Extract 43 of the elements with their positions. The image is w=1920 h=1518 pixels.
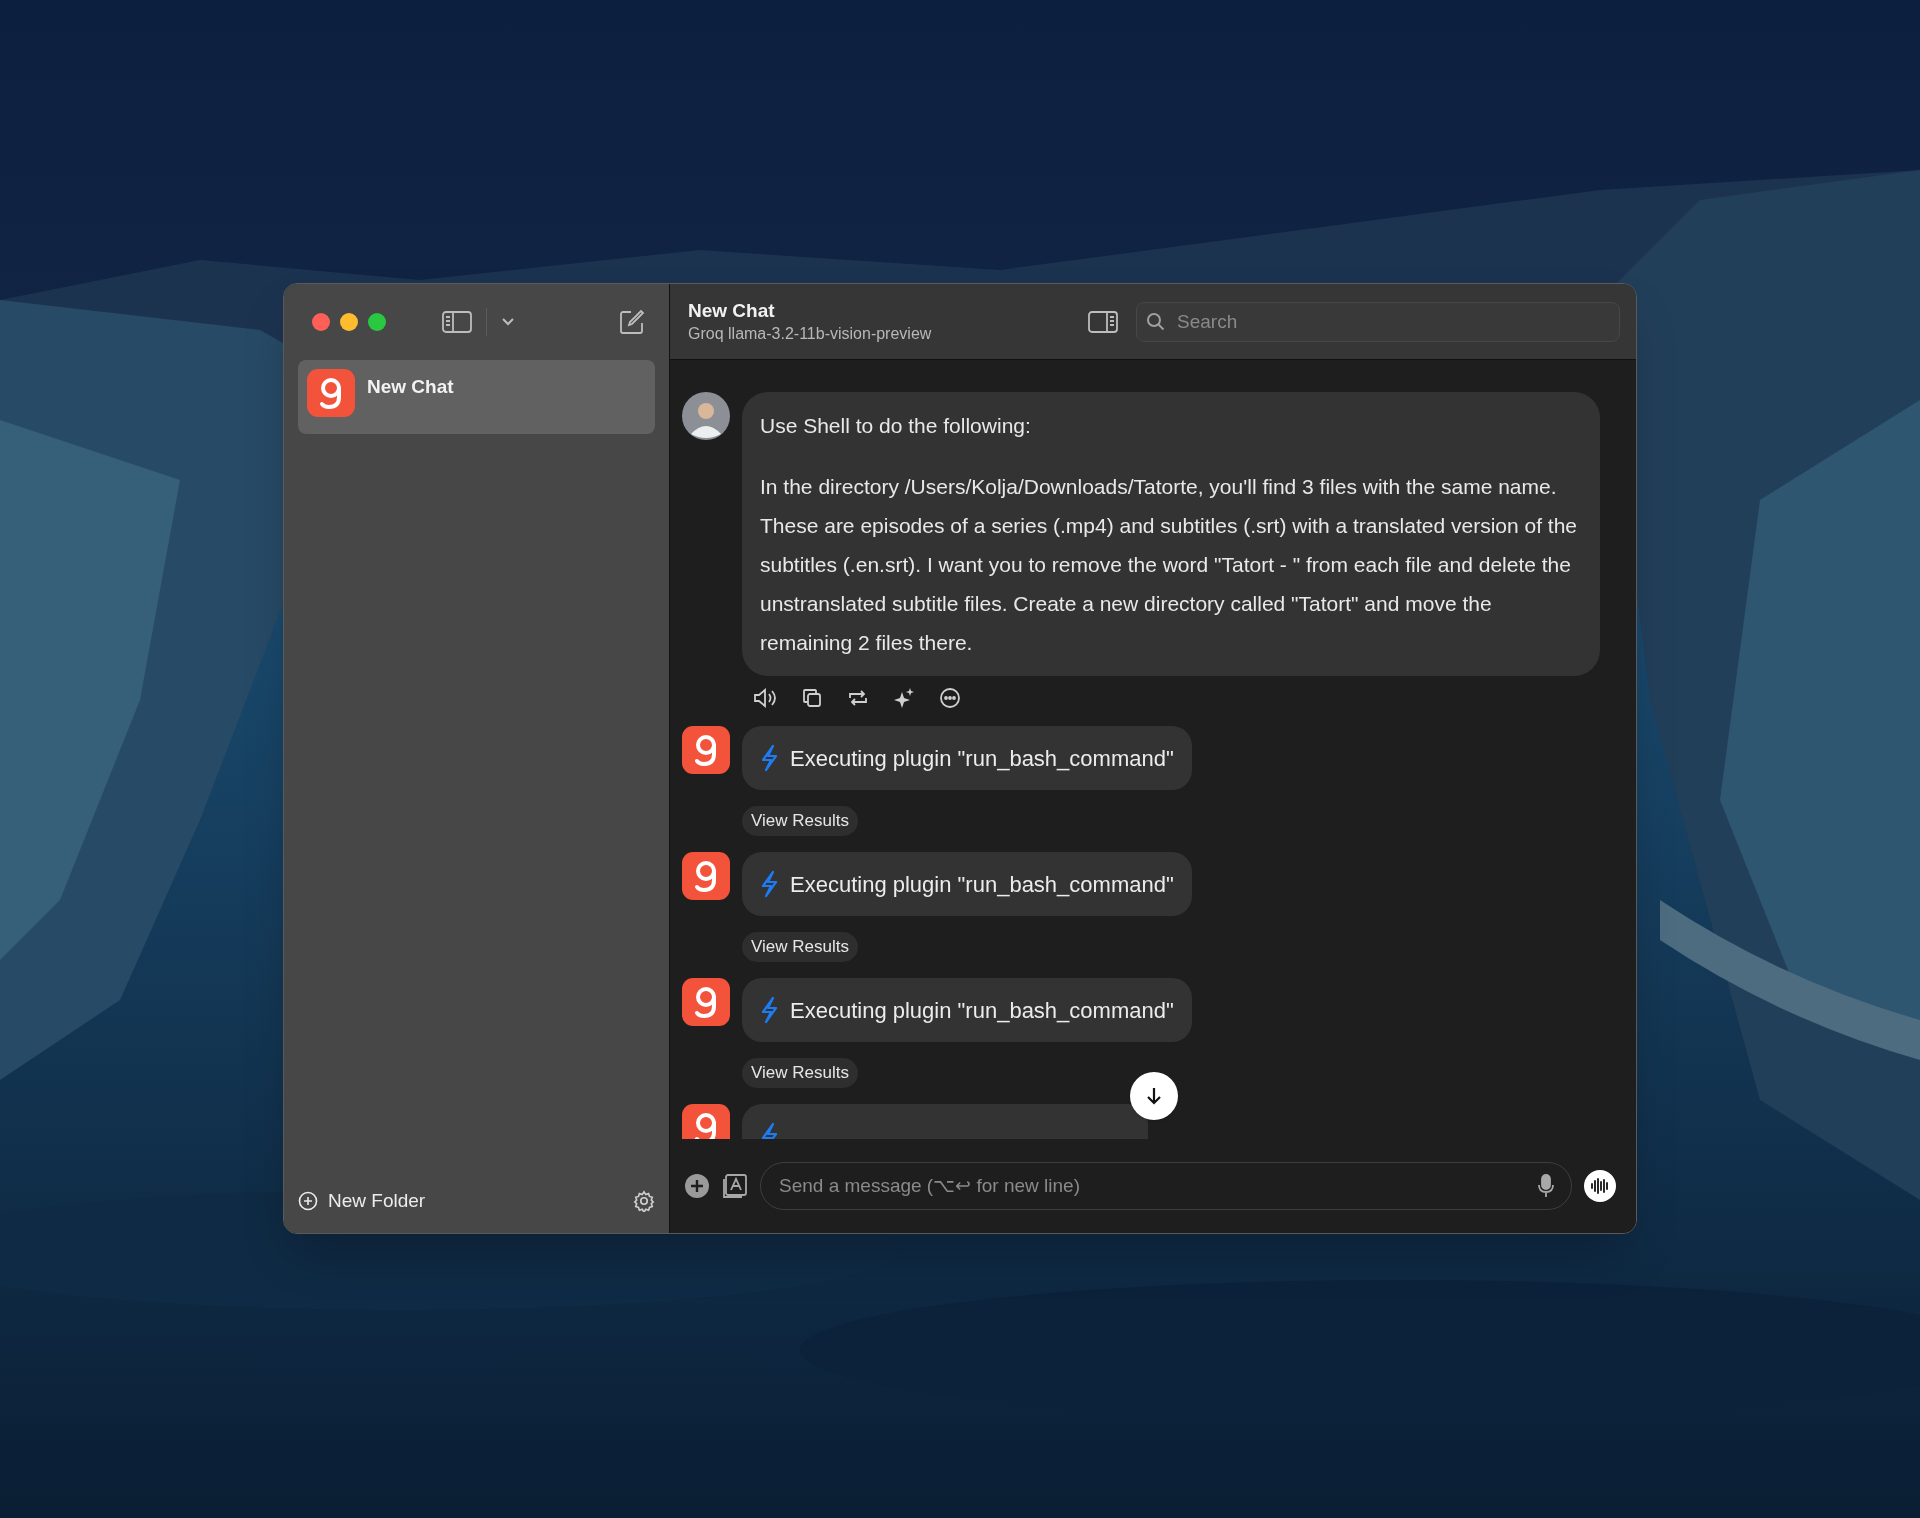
plus-circle-icon [298, 1191, 318, 1211]
scroll-down-button[interactable] [1130, 1072, 1178, 1120]
chat-title: New Chat [367, 375, 454, 399]
arrow-down-icon [1145, 1086, 1163, 1106]
settings-icon[interactable] [633, 1190, 655, 1212]
view-results-button[interactable]: View Results [742, 932, 858, 962]
lightning-icon [760, 996, 778, 1024]
view-results-button[interactable]: View Results [742, 806, 858, 836]
more-icon[interactable] [938, 686, 962, 710]
message-field[interactable]: Send a message (⌥↩ for new line) [760, 1162, 1572, 1210]
plugin-text: Executing plugin "run_bash_command" [790, 996, 1174, 1025]
app-logo-icon [307, 369, 355, 417]
microphone-icon[interactable] [1538, 1174, 1554, 1198]
model-name: Groq llama-3.2-11b-vision-preview [688, 323, 932, 344]
inspector-toggle-icon[interactable] [1088, 309, 1118, 334]
plugin-text: Executing plugin "run_bash_command" [790, 744, 1174, 773]
close-window-button[interactable] [312, 313, 330, 331]
message-text: Use Shell to do the following: [760, 413, 1032, 439]
view-results-button[interactable]: View Results [742, 1058, 858, 1088]
minimize-window-button[interactable] [340, 313, 358, 331]
plus-circle-icon[interactable] [684, 1173, 710, 1199]
search-icon [1146, 311, 1166, 332]
prompt-library-icon[interactable] [722, 1173, 748, 1199]
copy-icon[interactable] [800, 686, 824, 710]
app-logo-icon [682, 726, 730, 774]
app-logo-icon [682, 852, 730, 900]
avatar-icon [682, 392, 730, 440]
speaker-icon[interactable] [752, 686, 778, 710]
sidebar-toggle-icon[interactable] [442, 310, 472, 334]
voice-mode-icon[interactable] [1584, 1170, 1616, 1202]
chevron-down-icon[interactable] [501, 317, 515, 327]
message-text: In the directory /Users/Kolja/Downloads/Tatorte, you'll find 3 files with the same name. These are episodes of a series (.mp4) and subtitles (.srt) with a translated version of the subtitles (.en.srt). I want you to remove the word "Tatort - " from each file and delete the unstranslated subtitle files. Create a new directory called "Tatort" and move the remaining 2 files there. [760, 474, 1579, 656]
search-field[interactable]: Search [1136, 301, 1620, 342]
compose-icon[interactable] [619, 309, 645, 335]
plugin-text: Executing plugin "run_bash_command" [790, 870, 1174, 899]
window-title: New Chat [688, 298, 776, 323]
lightning-icon [760, 870, 778, 898]
zoom-window-button[interactable] [368, 313, 386, 331]
new-folder-button[interactable]: New Folder [298, 1186, 426, 1216]
lightning-icon [760, 744, 778, 772]
app-logo-icon [682, 978, 730, 1026]
chat-item[interactable]: New Chat [298, 360, 655, 434]
app-logo-icon [682, 1104, 730, 1139]
